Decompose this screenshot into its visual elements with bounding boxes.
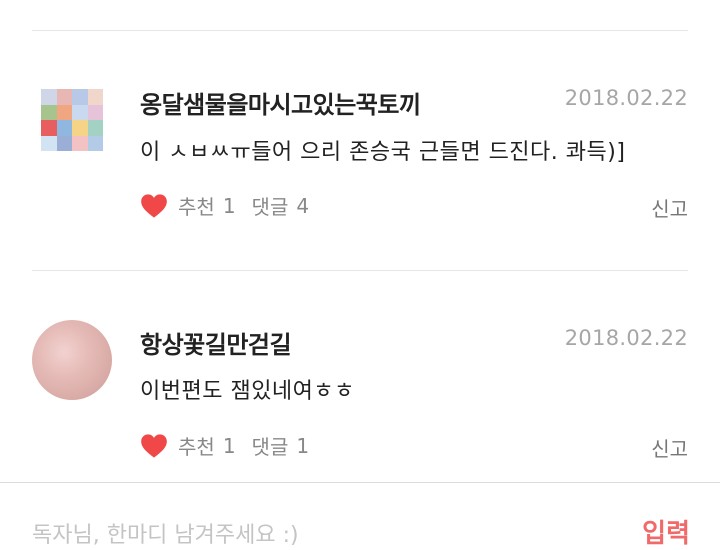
username[interactable]: 항상꽃길만걷길 xyxy=(140,325,292,360)
comment-actions: 추천 1 댓글 4 xyxy=(140,191,309,220)
comment-item: 항상꽃길만걷길 2018.02.22 이번편도 잼있네여ㅎㅎ 추천 1 댓글 1… xyxy=(0,271,720,511)
recommend-count: 1 xyxy=(222,433,236,458)
heart-icon[interactable] xyxy=(140,433,168,459)
comment-input[interactable]: 독자님, 한마디 남겨주세요 :) xyxy=(32,517,299,549)
comment-date: 2018.02.22 xyxy=(564,86,688,110)
report-button[interactable]: 신고 xyxy=(651,193,688,222)
comment-text: 이번편도 잼있네여ㅎㅎ xyxy=(140,379,355,404)
comment-item: 옹달샘물을마시고있는꾹토끼 2018.02.22 이 ㅅㅂㅆㅠ들어 으리 존승국… xyxy=(0,31,720,271)
recommend-label[interactable]: 추천 xyxy=(178,431,215,460)
submit-button[interactable]: 입력 xyxy=(642,513,690,550)
recommend-label[interactable]: 추천 xyxy=(178,191,215,220)
comment-text: 이 ㅅㅂㅆㅠ들어 으리 존승국 근들면 드진다. 콰득)] xyxy=(140,140,626,165)
reply-count: 1 xyxy=(296,433,310,458)
reply-label[interactable]: 댓글 xyxy=(252,431,289,460)
username[interactable]: 옹달샘물을마시고있는꾹토끼 xyxy=(140,85,421,120)
reply-count: 4 xyxy=(296,193,310,218)
avatar[interactable] xyxy=(41,89,103,151)
avatar[interactable] xyxy=(32,320,112,400)
comment-actions: 추천 1 댓글 1 xyxy=(140,431,309,460)
reply-label[interactable]: 댓글 xyxy=(252,191,289,220)
recommend-count: 1 xyxy=(222,193,236,218)
comment-input-bar: 독자님, 한마디 남겨주세요 :) 입력 xyxy=(0,482,720,549)
report-button[interactable]: 신고 xyxy=(651,433,688,462)
heart-icon[interactable] xyxy=(140,193,168,219)
comment-date: 2018.02.22 xyxy=(564,326,688,350)
